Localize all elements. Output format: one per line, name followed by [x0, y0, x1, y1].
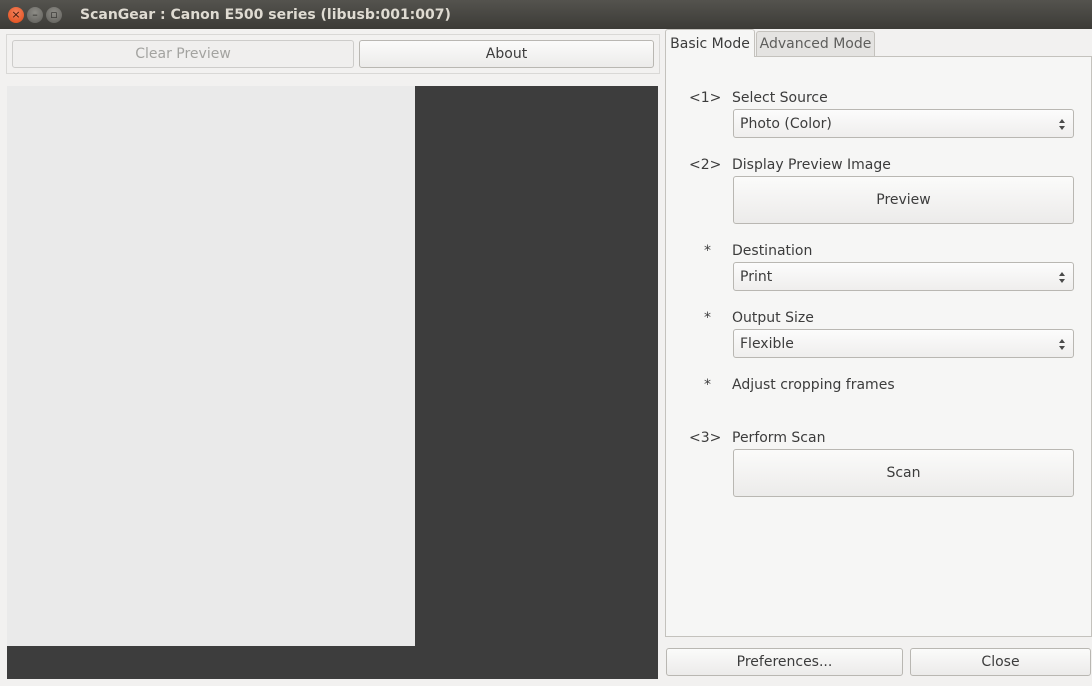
adjust-cropping-label: Adjust cropping frames	[732, 377, 895, 393]
title-bar: × – ▫ ScanGear : Canon E500 series (libu…	[0, 0, 1092, 29]
step-2-number: <2>	[689, 157, 722, 173]
tab-basic-mode[interactable]: Basic Mode	[665, 29, 755, 57]
step-3-number: <3>	[689, 430, 722, 446]
output-size-bullet: *	[704, 310, 711, 326]
close-window-icon[interactable]: ×	[8, 6, 24, 23]
close-button[interactable]: Close	[910, 648, 1091, 676]
output-size-value: Flexible	[740, 335, 794, 352]
spin-arrows-icon	[1058, 336, 1066, 352]
select-source-value: Photo (Color)	[740, 115, 832, 132]
preview-canvas[interactable]	[7, 86, 658, 679]
select-source-label: Select Source	[732, 90, 828, 106]
about-button[interactable]: About	[359, 40, 654, 68]
destination-value: Print	[740, 268, 773, 285]
preview-toolbar: Clear Preview About	[6, 34, 660, 74]
window-title: ScanGear : Canon E500 series (libusb:001…	[80, 6, 451, 23]
tab-advanced-mode[interactable]: Advanced Mode	[756, 31, 875, 57]
preview-button[interactable]: Preview	[733, 176, 1074, 224]
select-source-dropdown[interactable]: Photo (Color)	[733, 109, 1074, 138]
destination-dropdown[interactable]: Print	[733, 262, 1074, 291]
spin-arrows-icon	[1058, 269, 1066, 285]
perform-scan-label: Perform Scan	[732, 430, 826, 446]
display-preview-label: Display Preview Image	[732, 157, 891, 173]
preferences-button[interactable]: Preferences...	[666, 648, 903, 676]
destination-label: Destination	[732, 243, 813, 259]
clear-preview-button[interactable]: Clear Preview	[12, 40, 354, 68]
step-1-number: <1>	[689, 90, 722, 106]
cropping-bullet: *	[704, 377, 711, 393]
spin-arrows-icon	[1058, 116, 1066, 132]
output-size-label: Output Size	[732, 310, 814, 326]
scan-button[interactable]: Scan	[733, 449, 1074, 497]
output-size-dropdown[interactable]: Flexible	[733, 329, 1074, 358]
preview-paper-area[interactable]	[7, 86, 415, 646]
minimize-window-icon[interactable]: –	[27, 6, 43, 23]
window-controls: × – ▫	[8, 6, 65, 23]
destination-bullet: *	[704, 243, 711, 259]
maximize-window-icon[interactable]: ▫	[46, 6, 62, 23]
